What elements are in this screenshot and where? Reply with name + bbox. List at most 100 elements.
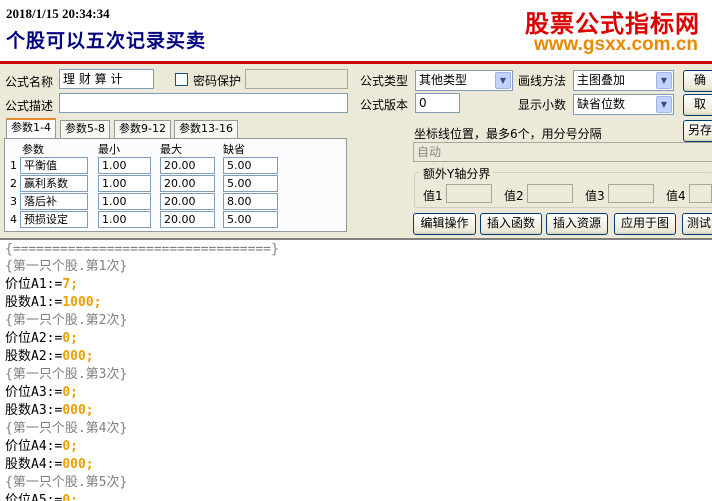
code-line: 价位A1:=7; — [5, 276, 78, 294]
param-header-max: 最大 — [160, 143, 182, 156]
param-default-input[interactable]: 5.00 — [223, 175, 278, 192]
chevron-down-icon: ▼ — [656, 72, 672, 89]
tab-params-1-4[interactable]: 参数1-4 — [6, 118, 56, 139]
code-variable: 股数A3:= — [5, 403, 63, 418]
code-line: 价位A2:=0; — [5, 330, 78, 348]
ok-button[interactable]: 确 — [683, 70, 712, 92]
param-name-input[interactable]: 平衡值 — [20, 157, 88, 174]
formula-code-editor[interactable]: {=================================} {第一只… — [0, 238, 712, 501]
param-min-input[interactable]: 1.00 — [98, 157, 151, 174]
formula-desc-input[interactable] — [59, 93, 348, 113]
param-max-input[interactable]: 20.00 — [160, 175, 215, 192]
title-banner: 2018/1/15 20:34:34 个股可以五次记录买卖 股票公式指标网 ww… — [0, 0, 712, 64]
code-variable: 价位A4:= — [5, 439, 63, 454]
code-variable: 价位A3:= — [5, 385, 63, 400]
extra-value-4-label: 值4 — [666, 189, 686, 203]
param-header-name: 参数 — [22, 143, 44, 156]
param-max-input[interactable]: 20.00 — [160, 157, 215, 174]
code-number: 7; — [62, 277, 78, 292]
formula-type-select[interactable]: 其他类型 ▼ — [415, 70, 513, 91]
formula-name-label: 公式名称 — [5, 75, 54, 89]
code-variable: 价位A2:= — [5, 331, 63, 346]
code-line: 价位A3:=0; — [5, 384, 78, 402]
code-comment: {第一只个股.第3次} — [5, 367, 128, 382]
insert-resource-button[interactable]: 插入资源 — [546, 213, 608, 235]
param-row-number: 3 — [10, 195, 17, 208]
cancel-button[interactable]: 取 — [683, 94, 712, 116]
code-comment: {第一只个股.第2次} — [5, 313, 128, 328]
code-number: 1000; — [62, 295, 102, 310]
param-row-number: 2 — [10, 177, 17, 190]
password-input[interactable] — [245, 69, 348, 89]
param-min-input[interactable]: 1.00 — [98, 211, 151, 228]
formula-properties-panel: 公式名称 理 财 算 计 密码保护 公式类型 其他类型 ▼ 画线方法 主图叠加 … — [0, 67, 712, 238]
code-number: 000; — [62, 457, 94, 472]
decimals-value: 缺省位数 — [577, 97, 626, 111]
params-table: 参数 最小 最大 缺省 1 平衡值 1.00 20.00 5.00 2 赢利系数… — [4, 138, 347, 232]
code-variable: 股数A2:= — [5, 349, 63, 364]
param-name-input[interactable]: 预损设定 — [20, 211, 88, 228]
extra-value-2-input[interactable] — [527, 184, 573, 203]
headline-text: 个股可以五次记录买卖 — [6, 30, 207, 52]
apply-to-chart-button[interactable]: 应用于图 — [614, 213, 676, 235]
code-comment: {第一只个股.第1次} — [5, 259, 128, 274]
param-default-input[interactable]: 5.00 — [223, 157, 278, 174]
formula-version-input[interactable]: 0 — [415, 93, 460, 113]
code-comment: {第一只个股.第5次} — [5, 475, 128, 490]
param-min-input[interactable]: 1.00 — [98, 193, 151, 210]
code-variable: 价位A1:= — [5, 277, 63, 292]
password-checkbox[interactable] — [175, 73, 188, 86]
tab-params-5-8[interactable]: 参数5-8 — [60, 120, 110, 138]
extra-y-axis-title: 额外Y轴分界 — [420, 165, 494, 182]
code-line: 股数A3:=000; — [5, 402, 94, 420]
param-max-input[interactable]: 20.00 — [160, 193, 215, 210]
datetime-text: 2018/1/15 20:34:34 — [6, 6, 110, 21]
axis-position-input[interactable]: 自动 — [413, 142, 712, 162]
formula-desc-label: 公式描述 — [5, 99, 54, 113]
axis-position-label: 坐标线位置，最多6个，用分号分隔 — [414, 127, 602, 141]
draw-method-value: 主图叠加 — [577, 73, 626, 87]
param-row-number: 1 — [10, 159, 17, 172]
code-number: 000; — [62, 349, 94, 364]
extra-value-3-label: 值3 — [585, 189, 605, 203]
param-max-input[interactable]: 20.00 — [160, 211, 215, 228]
code-line: 股数A1:=1000; — [5, 294, 101, 312]
extra-value-1-input[interactable] — [446, 184, 492, 203]
extra-value-4-input[interactable] — [689, 184, 712, 203]
password-label: 密码保护 — [193, 74, 242, 88]
brand-url-text: www.gsxx.com.cn — [533, 34, 698, 55]
chevron-down-icon: ▼ — [656, 96, 672, 113]
extra-value-1-label: 值1 — [423, 189, 443, 203]
param-default-input[interactable]: 5.00 — [223, 211, 278, 228]
chevron-down-icon: ▼ — [495, 72, 511, 89]
code-line: 价位A5:=0; — [5, 492, 78, 501]
edit-operation-button[interactable]: 编辑操作 — [413, 213, 476, 235]
decimals-label: 显示小数 — [518, 98, 567, 112]
save-as-button[interactable]: 另存 — [683, 120, 712, 142]
test-button[interactable]: 测试 — [682, 213, 712, 235]
extra-value-2-label: 值2 — [504, 189, 524, 203]
formula-name-input[interactable]: 理 财 算 计 — [59, 69, 154, 89]
param-min-input[interactable]: 1.00 — [98, 175, 151, 192]
code-number: 0; — [62, 439, 78, 454]
code-number: 0; — [62, 331, 78, 346]
param-name-input[interactable]: 赢利系数 — [20, 175, 88, 192]
code-separator: {=================================} — [5, 242, 279, 257]
code-line: 股数A4:=000; — [5, 456, 94, 474]
formula-type-value: 其他类型 — [419, 73, 468, 87]
extra-value-3-input[interactable] — [608, 184, 654, 203]
param-header-min: 最小 — [98, 143, 120, 156]
code-variable: 股数A1:= — [5, 295, 63, 310]
tab-params-13-16[interactable]: 参数13-16 — [174, 120, 238, 138]
code-variable: 价位A5:= — [5, 493, 63, 501]
draw-method-select[interactable]: 主图叠加 ▼ — [573, 70, 674, 91]
decimals-select[interactable]: 缺省位数 ▼ — [573, 94, 674, 115]
formula-type-label: 公式类型 — [360, 74, 409, 88]
draw-method-label: 画线方法 — [518, 74, 567, 88]
insert-function-button[interactable]: 插入函数 — [480, 213, 542, 235]
param-default-input[interactable]: 8.00 — [223, 193, 278, 210]
param-name-input[interactable]: 落后补 — [20, 193, 88, 210]
tab-params-9-12[interactable]: 参数9-12 — [114, 120, 171, 138]
code-comment: {第一只个股.第4次} — [5, 421, 128, 436]
code-line: 股数A2:=000; — [5, 348, 94, 366]
